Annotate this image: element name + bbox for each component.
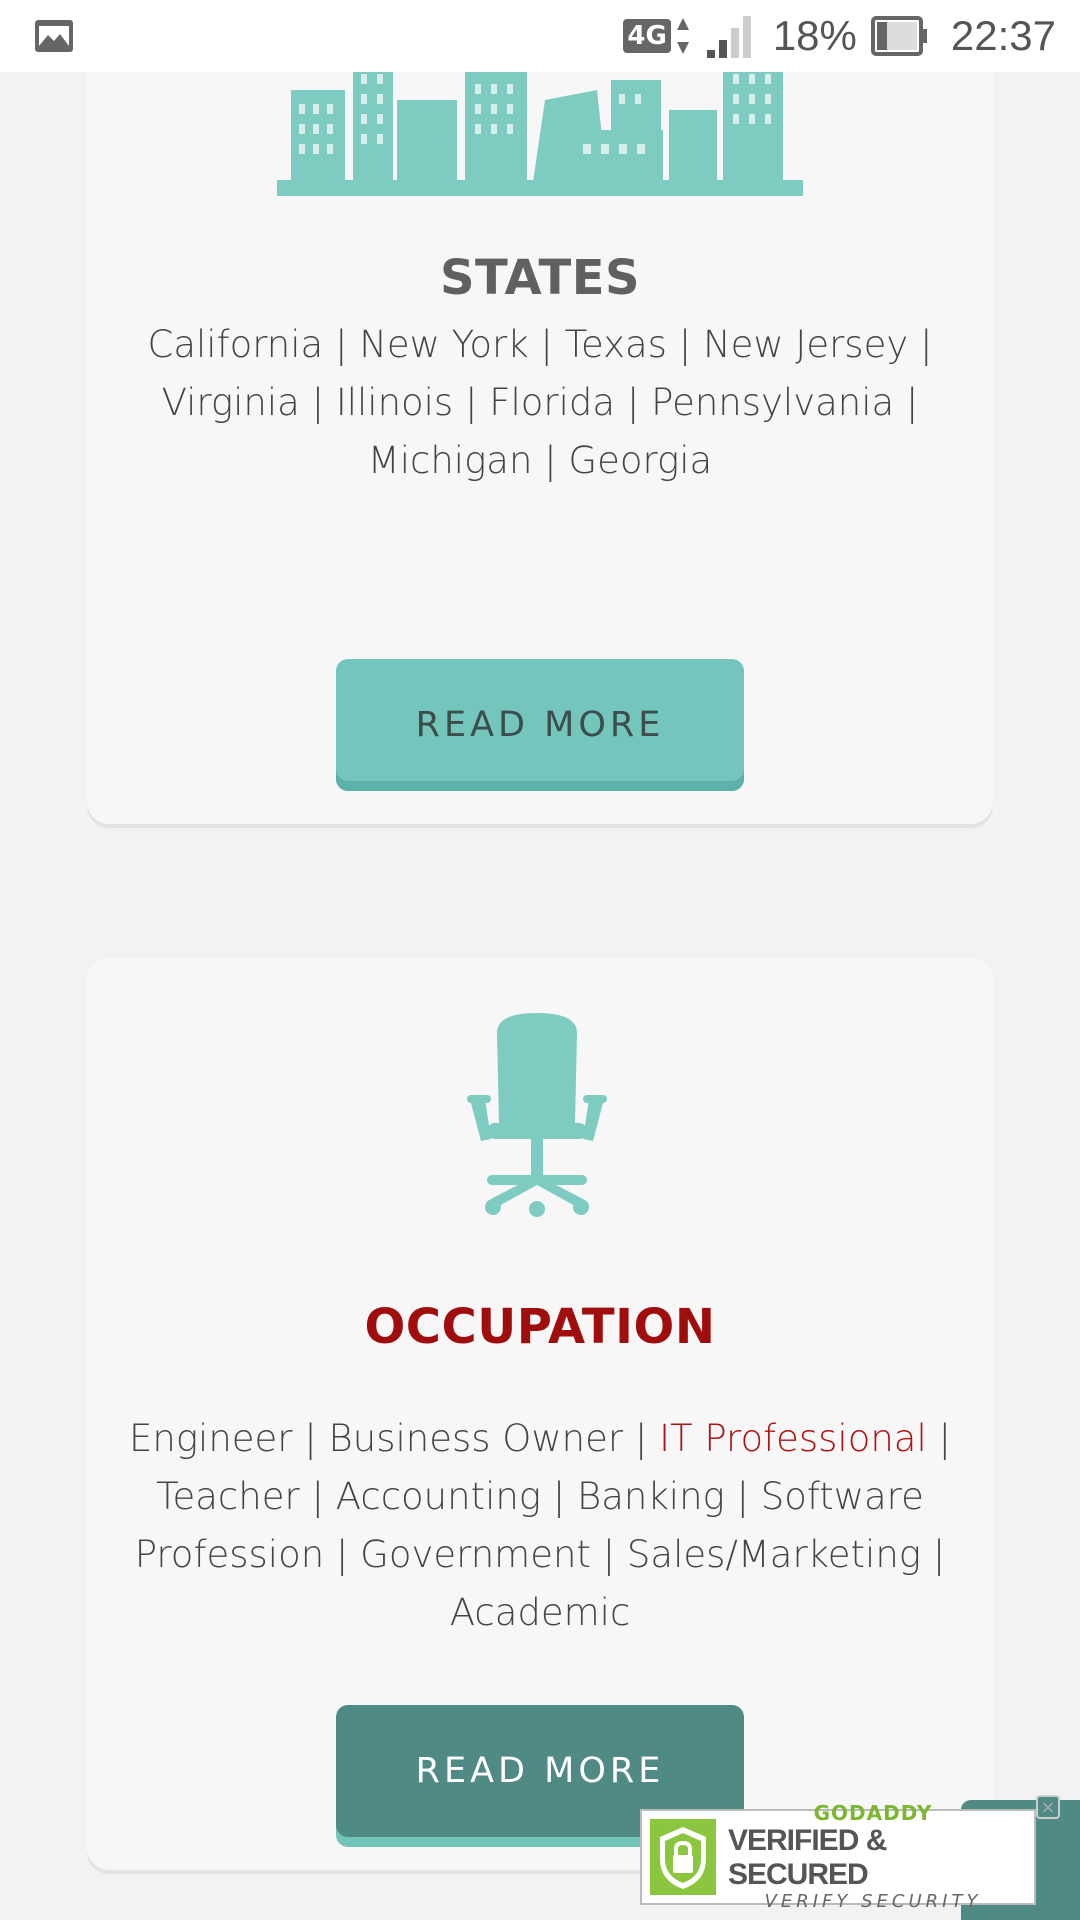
occupation-link[interactable]: Sales/Marketing <box>627 1533 921 1576</box>
occupation-link[interactable]: Accounting <box>336 1475 541 1518</box>
badge-brand: GODADDY <box>813 1801 933 1825</box>
state-link[interactable]: Florida <box>489 381 615 424</box>
occupation-link[interactable]: Banking <box>577 1475 725 1518</box>
state-link[interactable]: Michigan <box>368 439 533 482</box>
state-link[interactable]: California <box>148 323 324 366</box>
states-read-more-button[interactable]: READ MORE <box>336 659 744 791</box>
city-skyline-icon <box>277 60 803 196</box>
status-bar: 4G 18% 22:37 <box>0 0 1080 72</box>
state-link[interactable]: Pennsylvania <box>651 381 894 424</box>
data-arrows-icon <box>676 18 689 54</box>
occupation-link[interactable]: Engineer <box>129 1417 293 1460</box>
lock-shield-icon <box>650 1819 716 1895</box>
states-title: STATES <box>439 250 641 306</box>
occupation-link[interactable]: Business Owner <box>329 1417 624 1460</box>
gallery-notification-icon <box>35 20 73 52</box>
occupation-list: Engineer | Business Owner | IT Professio… <box>129 1417 951 1634</box>
badge-sub-text: VERIFY SECURITY <box>764 1891 982 1912</box>
battery-percentage: 18% <box>772 12 857 59</box>
occupation-link-highlighted[interactable]: IT Professional <box>659 1417 927 1460</box>
state-link[interactable]: Illinois <box>336 381 453 424</box>
battery-icon <box>870 16 927 56</box>
occupation-link[interactable]: Academic <box>450 1591 631 1634</box>
clock: 22:37 <box>950 12 1056 59</box>
godaddy-security-badge[interactable]: GODADDY VERIFIED & SECURED VERIFY SECURI… <box>640 1795 1060 1912</box>
state-link[interactable]: Virginia <box>162 381 300 424</box>
close-icon[interactable]: × <box>1036 1795 1060 1819</box>
state-link[interactable]: New York <box>359 323 528 366</box>
badge-main-text: VERIFIED & SECURED <box>728 1824 887 1891</box>
state-link[interactable]: Georgia <box>568 439 712 482</box>
occupation-title: OCCUPATION <box>364 1299 716 1355</box>
state-link[interactable]: New Jersey <box>703 323 908 366</box>
occupation-link[interactable]: Government <box>360 1533 591 1576</box>
signal-icon <box>706 16 751 58</box>
office-chair-icon <box>467 1013 607 1217</box>
states-card: STATES California | New York | Texas | N… <box>87 0 993 824</box>
states-list: California | New York | Texas | New Jers… <box>147 323 933 482</box>
state-link[interactable]: Texas <box>565 323 667 366</box>
occupation-link[interactable]: Teacher <box>156 1475 300 1518</box>
network-type: 4G <box>623 19 671 53</box>
occupation-card: OCCUPATION Engineer | Business Owner | I… <box>87 958 993 1870</box>
network-indicator: 4G <box>623 16 690 56</box>
